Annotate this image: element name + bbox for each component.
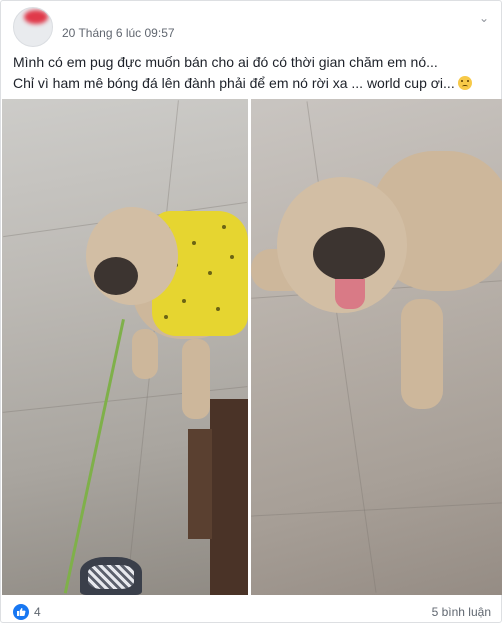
like-icon[interactable] [13, 604, 29, 620]
worried-face-emoji-icon [457, 76, 472, 90]
photo-pug-lying[interactable] [251, 99, 502, 595]
post-text-line-1: Mình có em pug đực muốn bán cho ai đó có… [13, 54, 438, 70]
feed-post: 20 Tháng 6 lúc 09:57 ⌄ Mình có em pug đự… [0, 0, 502, 623]
dog-front-leg [182, 339, 210, 419]
author-avatar[interactable] [13, 7, 53, 47]
photo-grid [2, 99, 502, 595]
wooden-furniture [188, 429, 212, 539]
dog-muzzle [313, 227, 385, 281]
sneaker [80, 557, 142, 595]
like-count[interactable]: 4 [34, 605, 41, 619]
thumbs-up-icon [17, 608, 26, 616]
green-leash [63, 319, 125, 594]
photo-pug-in-vest[interactable] [2, 99, 248, 595]
post-timestamp[interactable]: 20 Tháng 6 lúc 09:57 [62, 26, 175, 40]
dog-tongue [335, 279, 365, 309]
post-text: Mình có em pug đực muốn bán cho ai đó có… [13, 52, 491, 94]
floor-tile-line [306, 101, 377, 593]
post-options-chevron-icon[interactable]: ⌄ [479, 11, 489, 25]
dog-muzzle [94, 257, 138, 295]
comment-count[interactable]: 5 bình luận [432, 605, 491, 619]
dog-front-leg [401, 299, 443, 409]
post-header: 20 Tháng 6 lúc 09:57 ⌄ [13, 7, 493, 47]
post-footer: 4 5 bình luận [13, 604, 491, 622]
post-text-line-2: Chỉ vì ham mê bóng đá lên đành phải để e… [13, 73, 491, 94]
wooden-furniture [210, 399, 248, 595]
avatar-image [24, 10, 48, 24]
dog-head [86, 207, 178, 305]
dog-front-leg [132, 329, 158, 379]
floor-tile-line [251, 502, 502, 517]
post-text-line-2-content: Chỉ vì ham mê bóng đá lên đành phải để e… [13, 75, 455, 91]
